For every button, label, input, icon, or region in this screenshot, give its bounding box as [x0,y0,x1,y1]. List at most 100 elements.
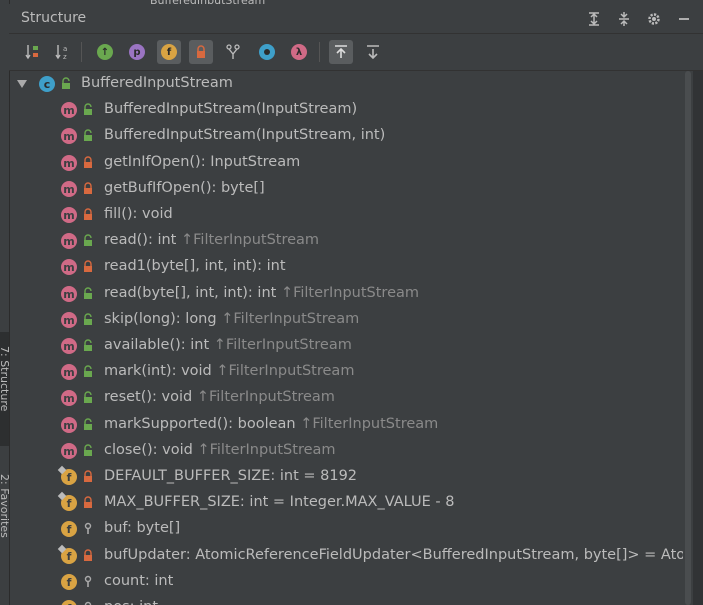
member-signature: close(): void [104,442,198,458]
tree-row[interactable]: m available(): int ↑FilterInputStream [9,333,683,359]
method-icon: m [61,128,77,144]
tree-row[interactable]: m BufferedInputStream(InputStream) [9,97,683,123]
structure-side-tab-label: 7: Structure [0,346,11,412]
tree-row[interactable]: m getBufIfOpen(): byte[] [9,176,683,202]
tree-row[interactable]: f DEFAULT_BUFFER_SIZE: int = 8192 [9,464,683,490]
tree-row[interactable]: m skip(long): long ↑FilterInputStream [9,307,683,333]
public-visibility-icon [84,444,92,456]
member-signature: DEFAULT_BUFFER_SIZE: int = 8192 [104,468,358,484]
structure-toolbar: az ↑ p f λ [9,34,703,71]
tree-item-label: reset(): void ↑FilterInputStream [104,389,335,405]
favorites-side-tab[interactable]: 2: Favorites [0,470,11,570]
tree-item-label: mark(int): void ↑FilterInputStream [104,363,354,379]
method-icon: m [61,286,77,302]
lock-icon[interactable] [189,40,213,64]
minimize-icon[interactable] [673,9,695,29]
public-visibility-icon [84,418,92,430]
private-visibility-icon [84,156,92,168]
tree-row[interactable]: m close(): void ↑FilterInputStream [9,438,683,464]
gear-icon[interactable] [643,9,665,29]
private-visibility-icon [84,549,92,561]
svg-text:a: a [63,45,67,53]
member-signature: reset(): void [104,389,197,405]
structure-side-tab[interactable]: 7: Structure [0,332,11,446]
field-icon: f [57,491,77,511]
tree-item-label: close(): void ↑FilterInputStream [104,442,336,458]
tree-row[interactable]: m read(): int ↑FilterInputStream [9,228,683,254]
member-signature: read1(byte[], int, int): int [104,258,286,274]
inherited-from-label: ↑FilterInputStream [197,442,336,458]
public-visibility-icon [62,77,70,89]
public-visibility-icon [84,234,92,246]
lambda-icon[interactable]: λ [287,40,311,64]
method-icon: m [61,312,77,328]
tree-row[interactable]: m reset(): void ↑FilterInputStream [9,385,683,411]
member-signature: getInIfOpen(): InputStream [104,154,301,170]
private-visibility-icon [84,260,92,272]
tree-row[interactable]: m mark(int): void ↑FilterInputStream [9,359,683,385]
field-icon: f [57,544,77,564]
field-icon: f [61,574,77,590]
autoscroll-to-icon[interactable] [329,40,353,64]
tree-item-label: read(byte[], int, int): int ↑FilterInput… [104,285,419,301]
tree-row[interactable]: m read(byte[], int, int): int ↑FilterInpu… [9,281,683,307]
public-visibility-icon [84,313,92,325]
inherited-from-label: ↑FilterInputStream [300,416,439,432]
tree-row[interactable]: f MAX_BUFFER_SIZE: int = Integer.MAX_VALU… [9,490,683,516]
public-visibility-icon [84,129,92,141]
svg-text:z: z [63,53,67,61]
private-visibility-icon [84,208,92,220]
tree-item-label: BufferedInputStream(InputStream, int) [104,127,385,143]
tree-row[interactable]: m read1(byte[], int, int): int [9,254,683,280]
tree-row[interactable]: m markSupported(): boolean ↑FilterInputSt… [9,412,683,438]
sort-alpha-icon[interactable]: az [51,40,75,64]
tree-row[interactable]: f count: int [9,569,683,595]
tree-row[interactable]: f pos: int [9,595,683,605]
member-signature: fill(): void [104,206,173,222]
expand-arrow-icon[interactable] [17,80,27,88]
autoscroll-from-icon[interactable] [361,40,385,64]
private-visibility-icon [84,496,92,508]
tree-item-label: count: int [104,573,173,589]
method-icon: m [61,338,77,354]
structure-title-bar: Structure [9,4,703,34]
field-icon[interactable]: f [157,40,181,64]
inherited-icon[interactable]: ↑ [93,40,117,64]
favorites-side-tab-label: 2: Favorites [0,474,11,538]
anonymous-icon[interactable] [255,40,279,64]
tree-item-label: available(): int ↑FilterInputStream [104,337,352,353]
member-signature: read(): int [104,232,181,248]
tree-row[interactable]: f bufUpdater: AtomicReferenceFieldUpdater… [9,543,683,569]
public-visibility-icon [84,103,92,115]
method-icon: m [61,181,77,197]
package-visibility-icon [84,601,92,605]
vertical-scrollbar[interactable] [683,71,693,605]
member-signature: markSupported(): boolean [104,416,301,432]
tree-item-label: buf: byte[] [104,520,180,536]
method-icon: m [61,443,77,459]
tree-item-label: skip(long): long ↑FilterInputStream [104,311,359,327]
method-icon: m [61,364,77,380]
tree-root-class[interactable]: c BufferedInputStream [9,71,683,97]
tree-row[interactable]: m fill(): void [9,202,683,228]
tree-item-label: pos: int [104,599,158,605]
fork-icon[interactable] [221,40,245,64]
member-signature: count: int [104,573,174,589]
public-visibility-icon [84,391,92,403]
method-icon: m [61,155,77,171]
expand-all-icon[interactable] [583,9,605,29]
tree-row[interactable]: m getInIfOpen(): InputStream [9,150,683,176]
root-class-label: BufferedInputStream [81,75,233,91]
inherited-from-label: ↑FilterInputStream [180,232,320,248]
tree-row[interactable]: m BufferedInputStream(InputStream, int) [9,123,683,149]
inherited-from-label: ↑FilterInputStream [213,337,352,353]
sort-visibility-icon[interactable] [21,40,45,64]
panel-title: Structure [21,10,87,26]
member-signature: read(byte[], int, int): int [104,285,281,301]
member-signature: available(): int [104,337,214,353]
properties-icon[interactable]: p [125,40,149,64]
package-visibility-icon [84,575,92,587]
tree-row[interactable]: f buf: byte[] [9,516,683,542]
tree-item-label: read1(byte[], int, int): int [104,258,286,274]
collapse-all-icon[interactable] [613,9,635,29]
